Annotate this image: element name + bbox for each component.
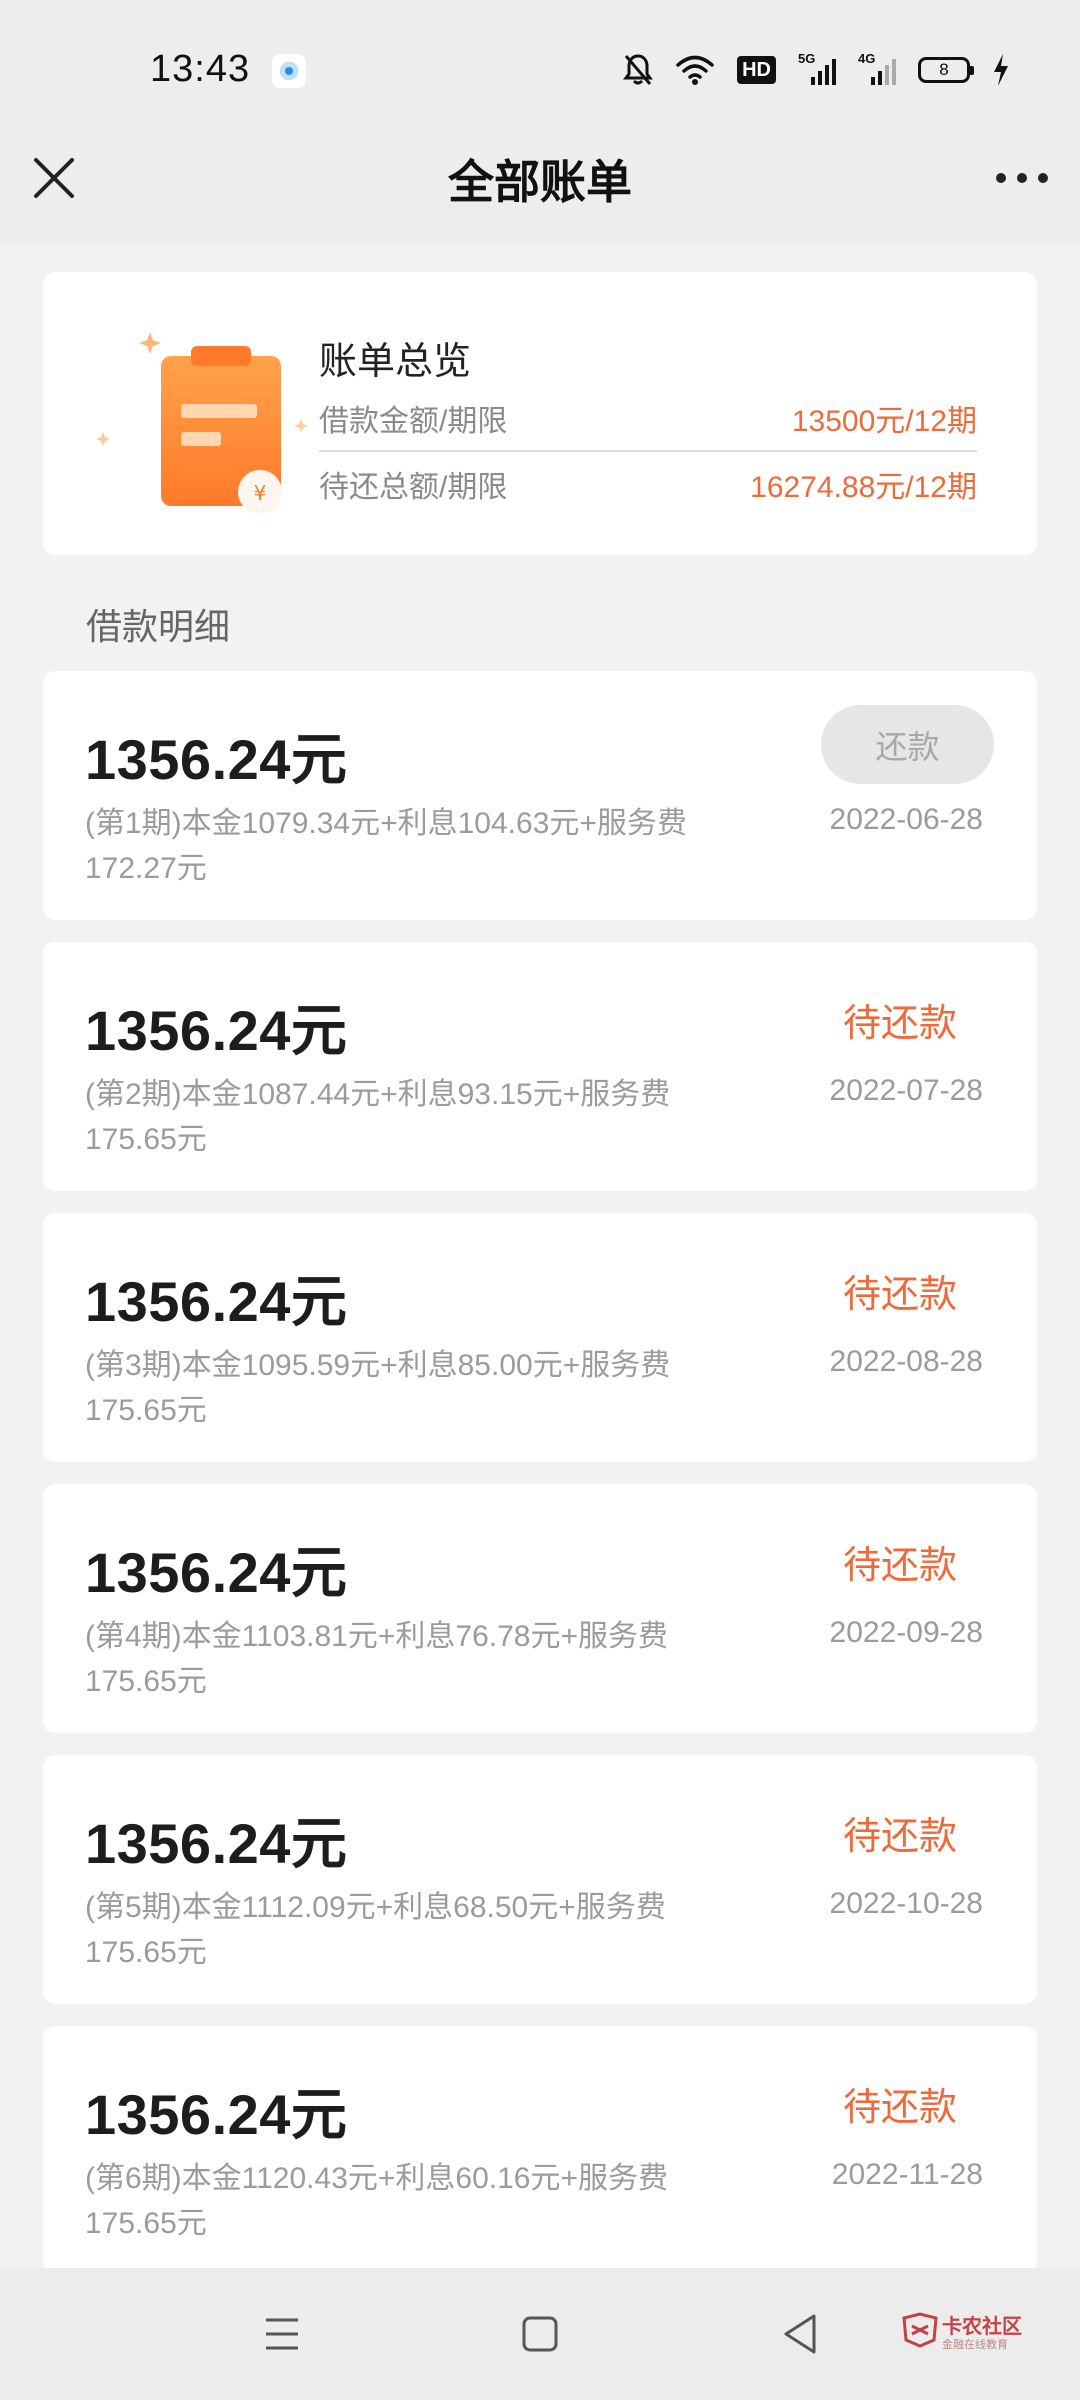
pending-repayment-status[interactable]: 待还款: [843, 1263, 957, 1318]
mute-bell-icon: [623, 54, 654, 85]
section-title: 借款明细: [86, 606, 231, 647]
pending-repayment-status[interactable]: 待还款: [843, 2076, 957, 2131]
battery-icon: 8: [918, 57, 974, 83]
signal-5g-icon: 5G: [798, 51, 836, 85]
bill-amount: 1356.24元: [85, 1270, 348, 1333]
svg-text:¥: ¥: [254, 481, 267, 505]
pending-repayment-status[interactable]: 待还款: [843, 1534, 957, 1589]
charging-icon: [994, 54, 1008, 86]
loan-amount-label: 借款金额/期限: [319, 405, 508, 438]
bill-amount: 1356.24元: [85, 728, 348, 791]
signal-4g-icon: 4G: [858, 51, 896, 85]
bill-amount: 1356.24元: [85, 999, 348, 1062]
page-title: 全部账单: [448, 156, 632, 208]
bill-detail: (第2期)本金1087.44元+利息93.15元+服务费175.65元: [85, 1078, 671, 1156]
bill-detail: (第6期)本金1120.43元+利息60.16元+服务费175.65元: [85, 2162, 668, 2240]
bill-detail: (第3期)本金1095.59元+利息85.00元+服务费175.65元: [85, 1349, 671, 1427]
bill-card[interactable]: 1356.24元 (第2期)本金1087.44元+利息93.15元+服务费175…: [43, 942, 1037, 1191]
loan-amount-row: 借款金额/期限 13500元/12期: [319, 392, 977, 444]
browser-app-icon: [272, 54, 306, 88]
repay-button[interactable]: 还款: [821, 705, 994, 784]
bill-detail: (第5期)本金1112.09元+利息68.50元+服务费175.65元: [85, 1891, 666, 1969]
clipboard-bill-icon: ¥: [96, 332, 308, 514]
bill-detail: (第1期)本金1079.34元+利息104.63元+服务费172.27元: [85, 807, 687, 885]
more-options-icon[interactable]: [996, 166, 1048, 190]
status-time: 13:43: [150, 48, 251, 90]
watermark-title: 卡农社区: [942, 2316, 1022, 2338]
status-icons: HD 5G 4G 8: [623, 50, 1010, 90]
repay-total-row: 待还总额/期限 16274.88元/12期: [319, 458, 977, 510]
bill-date: 2022-11-28: [831, 2158, 983, 2191]
bill-date: 2022-10-28: [829, 1887, 983, 1920]
watermark-subtitle: 金融在线教育: [942, 2339, 1008, 2351]
bill-detail: (第4期)本金1103.81元+利息76.78元+服务费175.65元: [85, 1620, 668, 1698]
summary-title: 账单总览: [319, 341, 472, 383]
pending-repayment-status[interactable]: 待还款: [843, 992, 957, 1047]
bill-card[interactable]: 1356.24元 (第3期)本金1095.59元+利息85.00元+服务费175…: [43, 1213, 1037, 1462]
bill-card[interactable]: 1356.24元 (第4期)本金1103.81元+利息76.78元+服务费175…: [43, 1484, 1037, 1733]
bill-date: 2022-07-28: [829, 1074, 983, 1107]
nav-bar: 全部账单: [0, 140, 1080, 244]
home-icon[interactable]: [516, 2310, 564, 2358]
bill-summary-card: ¥ 账单总览 借款金额/期限 13500元/12期 待还总额/期限 16274.…: [43, 272, 1037, 555]
loan-amount-value: 13500元/12期: [791, 405, 977, 438]
bill-amount: 1356.24元: [85, 2083, 348, 2146]
bill-date: 2022-09-28: [829, 1616, 983, 1649]
bill-list: 1356.24元 (第1期)本金1079.34元+利息104.63元+服务费17…: [43, 671, 1037, 2297]
repay-total-label: 待还总额/期限: [319, 471, 508, 504]
bill-date: 2022-06-28: [829, 803, 983, 836]
repay-total-value: 16274.88元/12期: [750, 471, 977, 504]
menu-icon[interactable]: [258, 2310, 306, 2358]
system-nav-bar: 卡农社区 金融在线教育: [0, 2268, 1080, 2400]
pending-repayment-status[interactable]: 待还款: [843, 1805, 957, 1860]
wifi-icon: [676, 55, 714, 85]
status-bar: 13:43 HD 5G 4G 8: [0, 0, 1080, 140]
hd-icon: HD: [737, 56, 776, 84]
bill-card[interactable]: 1356.24元 (第1期)本金1079.34元+利息104.63元+服务费17…: [43, 671, 1037, 920]
summary-divider: [319, 450, 977, 452]
bill-amount: 1356.24元: [85, 1541, 348, 1604]
watermark: 卡农社区 金融在线教育: [900, 2306, 1050, 2362]
bill-date: 2022-08-28: [829, 1345, 983, 1378]
bill-amount: 1356.24元: [85, 1812, 348, 1875]
watermark-logo-icon: [902, 2312, 938, 2348]
bill-card[interactable]: 1356.24元 (第6期)本金1120.43元+利息60.16元+服务费175…: [43, 2026, 1037, 2275]
bill-card[interactable]: 1356.24元 (第5期)本金1112.09元+利息68.50元+服务费175…: [43, 1755, 1037, 2004]
back-icon[interactable]: [776, 2310, 824, 2358]
